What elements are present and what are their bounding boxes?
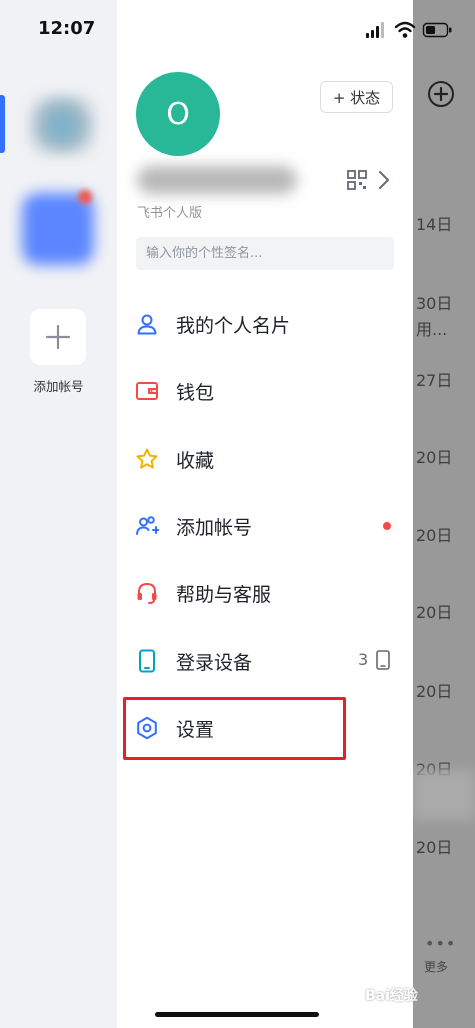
menu-item-favorites[interactable]: 收藏 xyxy=(117,429,413,489)
menu-item-add-account[interactable]: 添加帐号 xyxy=(117,496,413,556)
status-button[interactable]: + 状态 xyxy=(320,81,393,113)
menu-item-label: 钱包 xyxy=(176,382,215,404)
battery-icon xyxy=(422,22,452,38)
signal-icon xyxy=(366,22,384,38)
menu-item-label: 登录设备 xyxy=(176,652,253,674)
wallet-icon xyxy=(136,382,158,400)
signature-input[interactable] xyxy=(136,237,394,270)
status-icons xyxy=(366,21,452,38)
chat-date: 30日 xyxy=(416,294,453,313)
qr-code-icon[interactable] xyxy=(347,170,367,190)
headset-icon xyxy=(137,582,157,604)
menu-item-label: 收藏 xyxy=(176,450,215,472)
settings-highlight-box xyxy=(123,697,346,760)
device-phone-icon xyxy=(376,650,390,670)
account-rail: 添加帐号 xyxy=(0,0,117,1028)
chat-date: 20日 xyxy=(416,603,453,622)
more-icon: ••• xyxy=(425,934,457,953)
add-account-label: 添加帐号 xyxy=(33,379,84,394)
menu-item-label: 我的个人名片 xyxy=(176,315,291,337)
watermark: Bai经验 xyxy=(365,988,418,1004)
notification-dot xyxy=(383,522,391,530)
plus-icon xyxy=(45,324,71,350)
background-chat-list: 14日 30日 用... 27日 20日 20日 20日 20日 20日 20日… xyxy=(413,0,475,1028)
add-user-icon xyxy=(136,516,159,535)
chat-date: 20日 xyxy=(416,838,453,857)
chat-date: 20日 xyxy=(416,526,453,545)
account-avatar-blurred[interactable] xyxy=(28,95,96,155)
avatar[interactable]: O xyxy=(136,72,220,156)
menu-item-help[interactable]: 帮助与客服 xyxy=(117,563,413,623)
menu-item-label: 帮助与客服 xyxy=(176,584,272,606)
blurred-region xyxy=(413,770,475,820)
status-time: 12:07 xyxy=(38,18,96,39)
menu-item-wallet[interactable]: 钱包 xyxy=(117,361,413,421)
user-name-blurred[interactable] xyxy=(137,166,297,194)
menu-item-login-devices[interactable]: 登录设备 3 xyxy=(117,631,413,691)
more-label: 更多 xyxy=(424,960,449,974)
chat-date: 27日 xyxy=(416,371,453,390)
menu-item-label: 添加帐号 xyxy=(176,517,253,539)
person-card-icon xyxy=(137,314,157,335)
edition-label: 飞书个人版 xyxy=(137,206,203,221)
device-count: 3 xyxy=(358,650,369,669)
wifi-icon xyxy=(394,21,416,38)
chat-date: 20日 xyxy=(416,682,453,701)
phone-icon xyxy=(139,649,155,673)
menu-item-profile-card[interactable]: 我的个人名片 xyxy=(117,294,413,354)
notification-dot xyxy=(78,190,92,204)
home-indicator[interactable] xyxy=(155,1012,319,1017)
active-account-indicator xyxy=(0,95,5,153)
add-account-button[interactable] xyxy=(30,309,86,365)
chevron-right-icon[interactable] xyxy=(378,170,390,190)
chat-preview: 用... xyxy=(416,320,448,339)
chat-date: 20日 xyxy=(416,448,453,467)
add-circle-icon xyxy=(428,81,454,107)
chat-date: 14日 xyxy=(416,215,453,234)
star-icon xyxy=(136,448,158,469)
